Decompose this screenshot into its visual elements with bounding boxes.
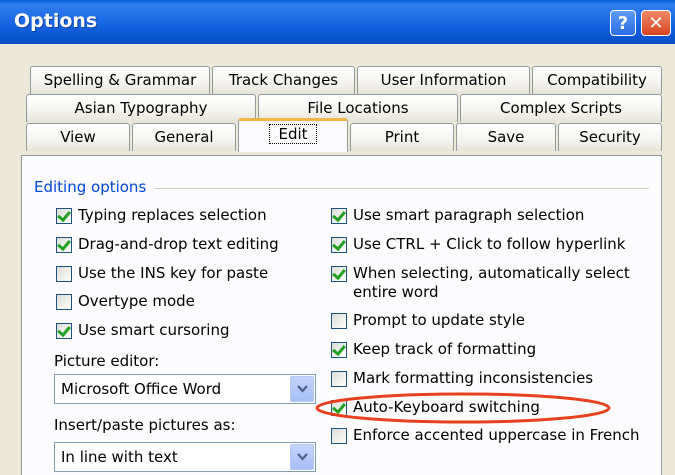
chevron-down-icon[interactable]	[290, 444, 314, 470]
title-bar[interactable]: Options ? ✕	[0, 0, 675, 44]
help-icon[interactable]: ?	[610, 10, 636, 36]
check-icon	[332, 265, 346, 281]
ins-key-paste-checkbox[interactable]: Use the INS key for paste	[56, 264, 268, 283]
options-dialog: Options ? ✕ Spelling & Grammar Track Cha…	[0, 0, 675, 475]
checkbox-label: Use CTRL + Click to follow hyperlink	[353, 235, 626, 253]
check-icon	[332, 399, 346, 415]
auto-keyboard-switching-checkbox[interactable]: Auto-Keyboard switching	[331, 398, 540, 417]
insert-pictures-label: Insert/paste pictures as:	[54, 416, 236, 434]
tab-complex-scripts[interactable]: Complex Scripts	[460, 94, 662, 122]
check-icon	[332, 341, 346, 357]
checkbox-box[interactable]	[56, 207, 72, 224]
checkbox-label: Mark formatting inconsistencies	[353, 369, 594, 387]
check-icon	[57, 207, 71, 223]
checkbox-label: Auto-Keyboard switching	[353, 398, 540, 416]
checkbox-box[interactable]	[331, 313, 347, 329]
checkbox-box[interactable]	[331, 265, 347, 282]
window-title: Options	[14, 10, 98, 32]
checkbox-label: Prompt to update style	[353, 311, 525, 329]
ctrl-click-hyperlink-checkbox[interactable]: Use CTRL + Click to follow hyperlink	[331, 235, 625, 254]
check-icon	[332, 236, 346, 252]
checkbox-label: Keep track of formatting	[353, 340, 537, 358]
check-icon	[332, 207, 346, 223]
checkbox-label-line2: entire word	[353, 283, 439, 301]
enforce-accented-uppercase-checkbox[interactable]: Enforce accented uppercase in French	[331, 426, 640, 445]
tab-security[interactable]: Security	[558, 123, 662, 151]
check-icon	[57, 322, 71, 338]
checkbox-label: Overtype mode	[78, 292, 195, 310]
checkbox-label: Drag-and-drop text editing	[78, 235, 279, 253]
auto-select-word-checkbox[interactable]: When selecting, automatically select ent…	[331, 264, 630, 302]
typing-replaces-selection-checkbox[interactable]: Typing replaces selection	[56, 206, 267, 225]
tab-edit-label: Edit	[269, 124, 317, 144]
editing-options-label: Editing options	[34, 178, 155, 196]
keep-track-formatting-checkbox[interactable]: Keep track of formatting	[331, 340, 536, 359]
checkbox-box[interactable]	[56, 322, 72, 339]
checkbox-box[interactable]	[331, 399, 347, 416]
tab-spelling-grammar[interactable]: Spelling & Grammar	[30, 66, 210, 94]
overtype-mode-checkbox[interactable]: Overtype mode	[56, 292, 195, 311]
tab-asian-typography[interactable]: Asian Typography	[26, 94, 256, 122]
tab-save[interactable]: Save	[456, 123, 556, 151]
checkbox-box[interactable]	[56, 294, 72, 310]
smart-cursoring-checkbox[interactable]: Use smart cursoring	[56, 321, 230, 340]
prompt-update-style-checkbox[interactable]: Prompt to update style	[331, 311, 525, 330]
checkbox-label: When selecting, automatically select	[353, 264, 630, 282]
checkbox-box[interactable]	[331, 207, 347, 224]
checkbox-box[interactable]	[331, 236, 347, 253]
tab-track-changes[interactable]: Track Changes	[212, 66, 355, 94]
picture-editor-select[interactable]: Microsoft Office Word	[54, 374, 316, 404]
tab-strip: Spelling & Grammar Track Changes User In…	[0, 44, 675, 156]
tab-compatibility[interactable]: Compatibility	[532, 66, 662, 94]
picture-editor-value: Microsoft Office Word	[61, 380, 222, 398]
smart-paragraph-checkbox[interactable]: Use smart paragraph selection	[331, 206, 584, 225]
checkbox-label: Use the INS key for paste	[78, 264, 269, 282]
checkbox-label-group: When selecting, automatically select ent…	[353, 264, 630, 302]
picture-editor-label: Picture editor:	[54, 352, 160, 370]
checkbox-box[interactable]	[331, 428, 347, 444]
edit-tab-panel: Editing options Typing replaces selectio…	[21, 155, 662, 475]
checkbox-label: Use smart paragraph selection	[353, 206, 585, 224]
checkbox-label: Enforce accented uppercase in French	[353, 426, 640, 444]
mark-inconsistencies-checkbox[interactable]: Mark formatting inconsistencies	[331, 369, 593, 388]
tab-view[interactable]: View	[26, 123, 130, 151]
drag-and-drop-checkbox[interactable]: Drag-and-drop text editing	[56, 235, 279, 254]
chevron-down-icon[interactable]	[290, 376, 314, 402]
tab-print[interactable]: Print	[350, 123, 454, 151]
tab-user-information[interactable]: User Information	[357, 66, 530, 94]
checkbox-box[interactable]	[331, 341, 347, 358]
checkbox-box[interactable]	[56, 236, 72, 253]
insert-pictures-value: In line with text	[61, 448, 178, 466]
tab-general[interactable]: General	[132, 123, 236, 151]
tab-edit[interactable]: Edit	[238, 118, 348, 152]
checkbox-label: Use smart cursoring	[78, 321, 230, 339]
checkbox-label: Typing replaces selection	[78, 206, 267, 224]
close-icon[interactable]: ✕	[641, 10, 671, 36]
check-icon	[57, 236, 71, 252]
checkbox-box[interactable]	[331, 371, 347, 387]
insert-pictures-select[interactable]: In line with text	[54, 442, 316, 472]
checkbox-box[interactable]	[56, 266, 72, 282]
